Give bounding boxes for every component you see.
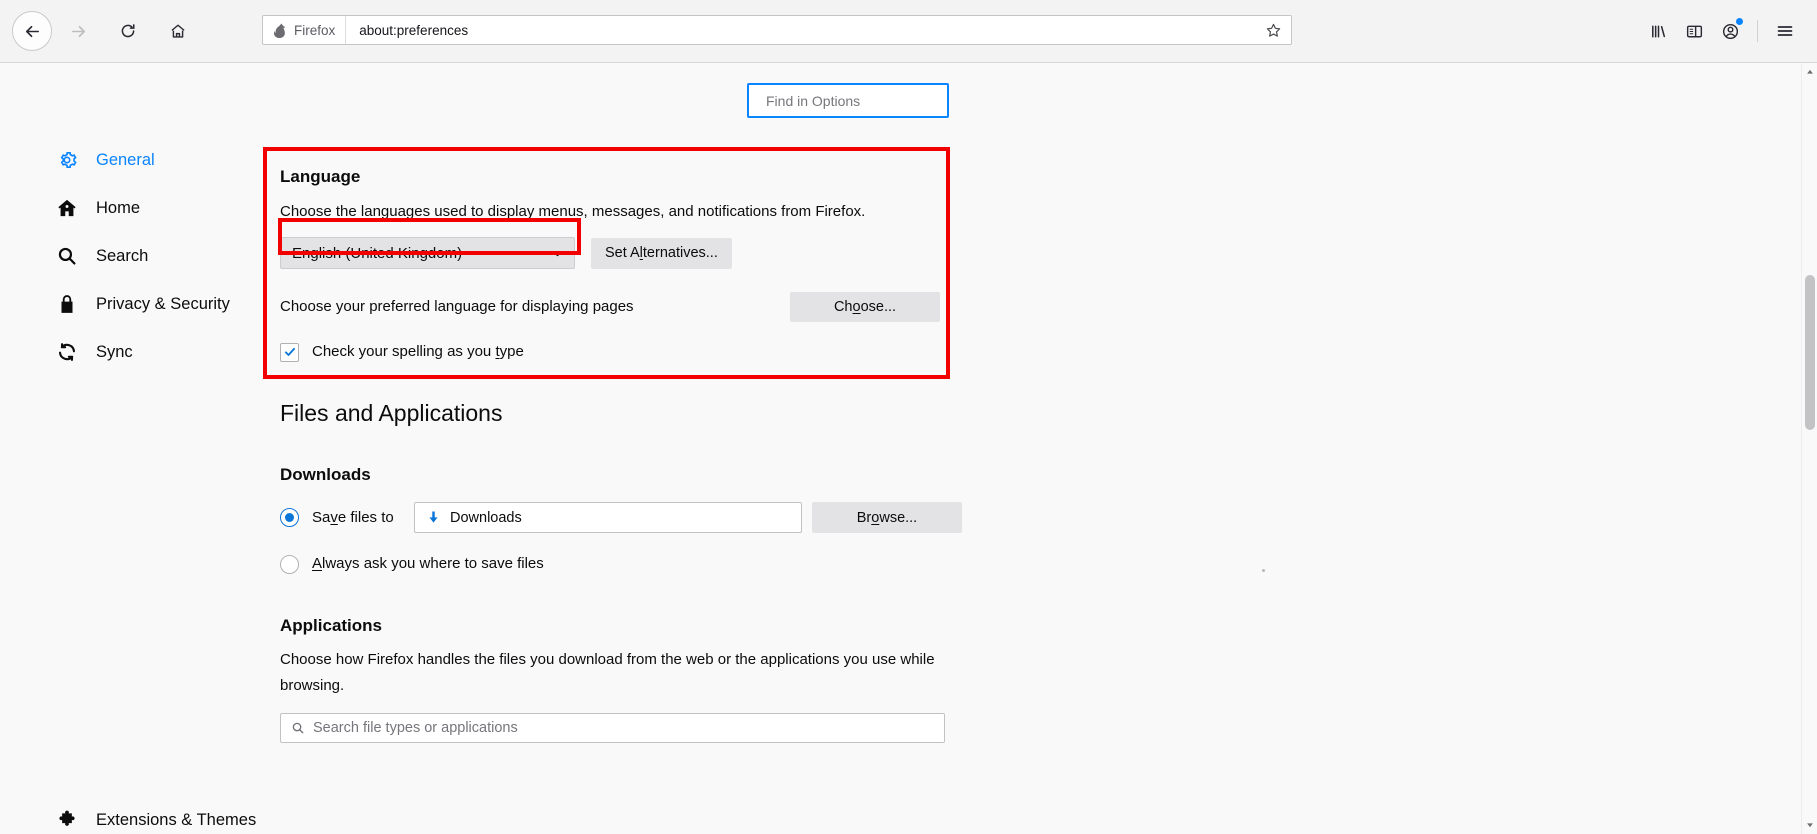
preferred-language-row: Choose your preferred language for displ… bbox=[280, 291, 940, 322]
puzzle-icon bbox=[56, 809, 78, 831]
preferences-main-pane: Language Choose the languages used to di… bbox=[262, 63, 1801, 834]
chevron-down-icon bbox=[1807, 823, 1813, 828]
browser-chrome: Firefox bbox=[0, 0, 1817, 63]
url-input[interactable] bbox=[346, 16, 1259, 44]
sidebar-item-sync[interactable]: Sync bbox=[0, 328, 133, 376]
sidebar-item-privacy-security[interactable]: Privacy & Security bbox=[0, 280, 230, 328]
back-arrow-icon bbox=[25, 25, 39, 37]
preferences-sidebar: General Home Search Privacy & Security S… bbox=[0, 63, 262, 834]
toolbar-separator bbox=[1757, 20, 1758, 42]
account-button[interactable] bbox=[1712, 14, 1748, 48]
downloads-subsection: Downloads Save files to Downloads Browse… bbox=[280, 465, 980, 577]
identity-label: Firefox bbox=[294, 22, 336, 38]
files-and-applications-section: Files and Applications Downloads Save fi… bbox=[280, 400, 980, 743]
sidebar-item-label: Sync bbox=[96, 342, 133, 361]
choose-language-button[interactable]: Choose... bbox=[790, 291, 940, 322]
sidebar-item-label: Extensions & Themes bbox=[96, 810, 257, 829]
always-ask-radio[interactable] bbox=[280, 554, 299, 574]
applications-description: Choose how Firefox handles the files you… bbox=[280, 651, 935, 694]
sidebar-icon bbox=[1686, 25, 1702, 37]
chevron-down-icon bbox=[553, 250, 562, 256]
sidebar-item-extensions-themes[interactable]: Extensions & Themes bbox=[0, 796, 262, 834]
language-select-value: English (United Kingdom) bbox=[292, 244, 463, 262]
home-button[interactable] bbox=[158, 11, 198, 51]
downloads-heading: Downloads bbox=[280, 465, 371, 484]
scroll-up-arrow[interactable] bbox=[1802, 64, 1817, 80]
sidebar-button[interactable] bbox=[1676, 14, 1712, 48]
library-icon bbox=[1651, 25, 1665, 37]
always-ask-label: Always ask you where to save files bbox=[312, 555, 544, 572]
home-icon bbox=[171, 24, 185, 38]
forward-button bbox=[58, 11, 98, 51]
set-alternatives-button[interactable]: Set Alternatives... bbox=[591, 237, 732, 269]
scroll-down-arrow[interactable] bbox=[1802, 817, 1817, 833]
gear-icon bbox=[56, 149, 78, 171]
spellcheck-label: Check your spelling as you type bbox=[312, 343, 524, 360]
language-controls-row: English (United Kingdom) Set Alternative… bbox=[280, 237, 940, 269]
reload-button[interactable] bbox=[108, 11, 148, 51]
save-files-to-radio-row[interactable]: Save files to bbox=[280, 505, 402, 531]
spellcheck-row[interactable]: Check your spelling as you type bbox=[280, 339, 940, 365]
search-icon bbox=[56, 245, 78, 267]
sidebar-item-home[interactable]: Home bbox=[0, 184, 140, 232]
browse-button[interactable]: Browse... bbox=[812, 502, 962, 533]
applications-subsection: Applications Choose how Firefox handles … bbox=[280, 616, 980, 743]
applications-search-box[interactable] bbox=[280, 713, 945, 743]
lock-icon bbox=[56, 293, 78, 315]
navigation-toolbar: Firefox bbox=[0, 0, 1817, 62]
preferred-language-label: Choose your preferred language for displ… bbox=[280, 297, 634, 315]
language-select[interactable]: English (United Kingdom) bbox=[280, 237, 575, 269]
identity-box: Firefox bbox=[263, 16, 347, 44]
account-notification-dot bbox=[1736, 18, 1743, 25]
download-folder-field[interactable]: Downloads bbox=[414, 502, 802, 533]
scrollbar-thumb[interactable] bbox=[1805, 275, 1815, 430]
bookmark-star-button[interactable] bbox=[1259, 16, 1287, 44]
save-files-to-label: Save files to bbox=[312, 508, 394, 526]
checkmark-icon bbox=[284, 347, 295, 356]
files-and-applications-heading: Files and Applications bbox=[280, 400, 503, 426]
find-in-options-wrapper bbox=[747, 83, 949, 118]
language-heading: Language bbox=[280, 167, 361, 186]
download-arrow-icon bbox=[429, 511, 438, 523]
home-icon bbox=[56, 197, 78, 219]
back-button[interactable] bbox=[12, 11, 52, 51]
find-in-options-input[interactable] bbox=[766, 92, 947, 109]
spellcheck-checkbox[interactable] bbox=[280, 342, 299, 362]
sidebar-item-general[interactable]: General bbox=[0, 136, 155, 184]
find-in-options-box[interactable] bbox=[747, 83, 949, 118]
url-bar[interactable]: Firefox bbox=[262, 15, 1292, 45]
library-button[interactable] bbox=[1640, 14, 1676, 48]
sidebar-item-label: Search bbox=[96, 246, 149, 265]
sidebar-item-label: General bbox=[96, 150, 155, 169]
hamburger-menu-icon bbox=[1777, 26, 1793, 36]
download-folder-value: Downloads bbox=[450, 509, 522, 526]
preferences-content: General Home Search Privacy & Security S… bbox=[0, 63, 1817, 834]
always-ask-row[interactable]: Always ask you where to save files bbox=[280, 551, 980, 577]
applications-heading: Applications bbox=[280, 616, 383, 635]
toolbar-right-group bbox=[1640, 0, 1817, 62]
chevron-up-icon bbox=[1807, 69, 1813, 74]
applications-search-input[interactable] bbox=[313, 720, 944, 736]
stray-pixel-artifact bbox=[1262, 569, 1265, 572]
firefox-logo-icon bbox=[273, 22, 286, 38]
sidebar-item-search[interactable]: Search bbox=[0, 232, 148, 280]
save-files-to-row: Save files to Downloads Browse... bbox=[280, 502, 980, 533]
forward-arrow-icon bbox=[71, 25, 85, 37]
language-section: Language Choose the languages used to di… bbox=[280, 167, 940, 365]
page-scrollbar[interactable] bbox=[1801, 63, 1817, 834]
reload-icon bbox=[121, 24, 135, 38]
sidebar-item-label: Privacy & Security bbox=[96, 294, 230, 313]
language-description: Choose the languages used to display men… bbox=[280, 203, 866, 220]
save-files-to-radio[interactable] bbox=[280, 508, 299, 527]
star-icon bbox=[1266, 23, 1280, 37]
sync-icon bbox=[56, 341, 78, 363]
search-icon bbox=[292, 722, 304, 734]
sidebar-item-label: Home bbox=[96, 198, 141, 217]
app-menu-button[interactable] bbox=[1767, 14, 1803, 48]
